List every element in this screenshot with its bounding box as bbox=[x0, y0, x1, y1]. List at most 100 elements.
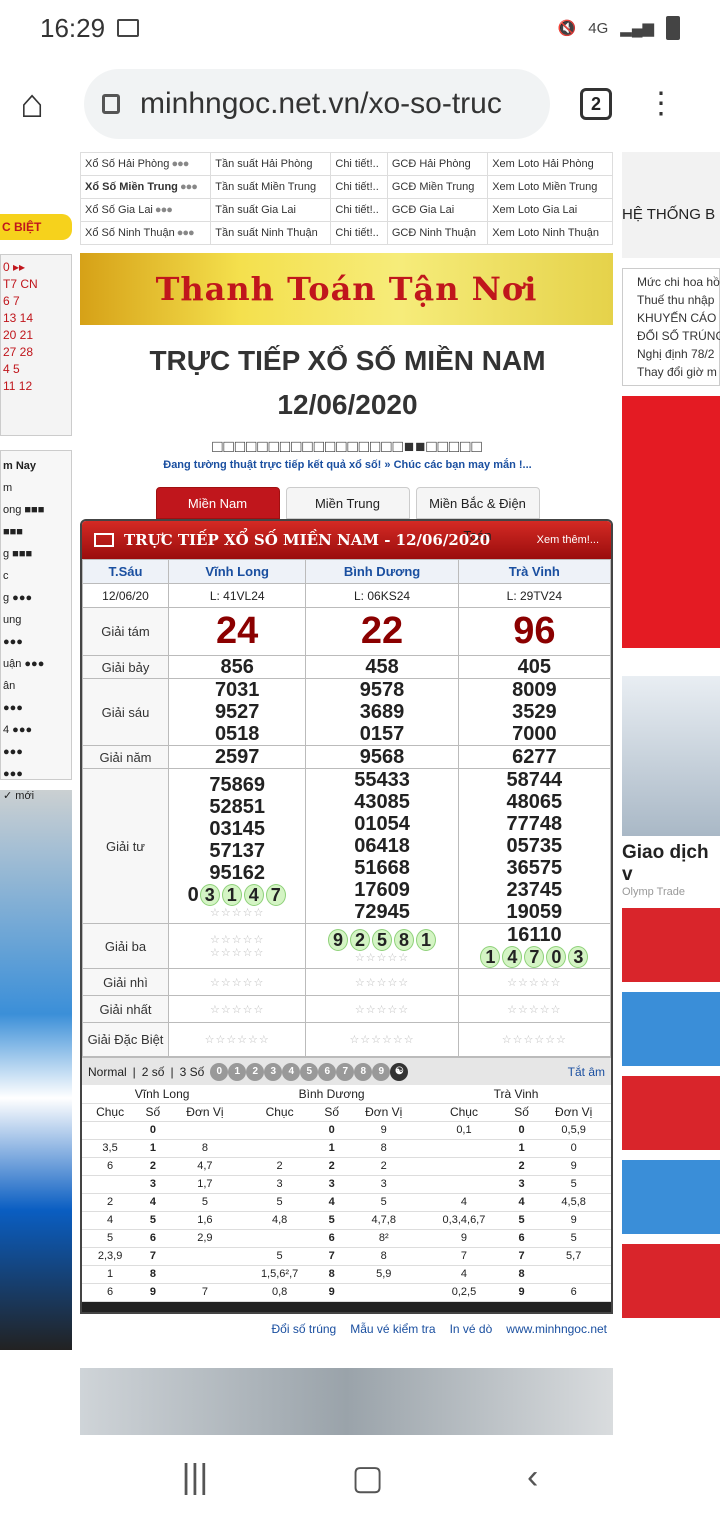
detail-link[interactable]: Chi tiết!.. bbox=[330, 198, 388, 222]
province-link[interactable]: Xổ Số Gia Lai ●●● bbox=[79, 198, 212, 222]
province-link[interactable]: Bình Dương bbox=[305, 559, 459, 584]
freq-link[interactable]: Tần suất Gia Lai bbox=[210, 198, 332, 222]
gcd-link[interactable]: GCĐ Miền Trung bbox=[386, 175, 489, 199]
mute-sound-button[interactable]: Tắt âm bbox=[568, 1065, 605, 1079]
print-link[interactable]: In vé dò bbox=[450, 1322, 493, 1336]
loto-digit: 6 bbox=[506, 1229, 537, 1248]
yin-yang-icon[interactable]: ☯ bbox=[390, 1062, 409, 1081]
link-row: Xổ Số Miền Trung ●●● Tần suất Miền Trung C… bbox=[79, 175, 613, 199]
digit-ball-3[interactable]: 3 bbox=[264, 1062, 283, 1081]
bottom-ad[interactable] bbox=[80, 1368, 613, 1435]
loto-value: 9 bbox=[536, 1157, 611, 1176]
loto-value: 1,5,6²,7 bbox=[242, 1265, 317, 1284]
loto-link[interactable]: Xem Loto Miền Trung bbox=[487, 175, 613, 199]
detail-link[interactable]: Chi tiết!.. bbox=[330, 175, 388, 199]
prize-label: Giải năm bbox=[82, 745, 169, 769]
freq-link[interactable]: Tần suất Ninh Thuận bbox=[210, 221, 332, 245]
digit-ball-8[interactable]: 8 bbox=[354, 1062, 373, 1081]
normal-option[interactable]: Normal bbox=[88, 1065, 127, 1079]
loto-link[interactable]: Xem Loto Gia Lai bbox=[487, 198, 613, 222]
gcd-link[interactable]: GCĐ Gia Lai bbox=[386, 198, 489, 222]
right-ad-stack[interactable] bbox=[622, 908, 720, 1328]
province-link[interactable]: Xổ Số Miền Trung ●●● bbox=[79, 175, 212, 199]
news-item[interactable]: ĐỔI SỐ TRÚNG bbox=[623, 327, 720, 345]
promo-ad[interactable] bbox=[622, 396, 720, 648]
dots-icon: ●●● bbox=[169, 158, 189, 170]
site-link[interactable]: www.minhngoc.net bbox=[506, 1322, 607, 1336]
loto-value bbox=[167, 1247, 243, 1266]
prize-number: 17609 bbox=[354, 879, 410, 901]
freq-link[interactable]: Tần suất Hải Phòng bbox=[210, 152, 332, 176]
province-link[interactable]: Xổ Số Ninh Thuận ●●● bbox=[79, 221, 212, 245]
loto-value: 2 bbox=[82, 1193, 139, 1212]
digit-ball-2[interactable]: 2 bbox=[246, 1062, 265, 1081]
sample-ticket-link[interactable]: Mẫu vé kiểm tra bbox=[350, 1322, 435, 1336]
prize-label: Giải tám bbox=[82, 607, 169, 656]
loto-table: Vĩnh Long Bình Dương Trà Vinh Chục Số Đơn Vị C… bbox=[82, 1085, 611, 1302]
gcd-link[interactable]: GCĐ Hải Phòng bbox=[386, 152, 489, 176]
news-item[interactable]: Thay đổi giờ m bbox=[623, 363, 719, 381]
news-item[interactable]: Mức chi hoa hồ bbox=[623, 273, 720, 291]
home-nav-icon[interactable]: ▢ bbox=[352, 1458, 384, 1498]
prize-number: 24 bbox=[167, 607, 307, 656]
two-digit-option[interactable]: 2 số bbox=[142, 1065, 165, 1079]
pending-stars: ☆☆☆☆☆ bbox=[457, 968, 611, 996]
loto-link[interactable]: Xem Loto Ninh Thuận bbox=[487, 221, 613, 245]
calendar-widget[interactable]: 0 ▸▸ T7 CN 6 7 13 14 20 21 27 28 4 5 11 12 bbox=[0, 254, 72, 436]
back-icon[interactable]: ‹ bbox=[527, 1458, 538, 1497]
digit: 3 bbox=[199, 883, 220, 906]
prize-row-db: Giải Đặc Biệt ☆☆☆☆☆☆ ☆☆☆☆☆☆ ☆☆☆☆☆☆ bbox=[82, 1022, 611, 1057]
pending-stars: ☆☆☆☆☆☆ bbox=[305, 1022, 459, 1057]
freq-link[interactable]: Tần suất Miền Trung bbox=[210, 175, 332, 199]
digit-ball-0[interactable]: 0 bbox=[210, 1062, 229, 1081]
province-link[interactable]: Xổ Số Hải Phòng ●●● bbox=[79, 152, 212, 176]
three-digit-option[interactable]: 3 Số bbox=[180, 1065, 205, 1079]
dots-icon: ●●● bbox=[177, 181, 198, 193]
payment-banner[interactable]: Thanh Toán Tận Nơi bbox=[80, 253, 613, 325]
digit-ball-9[interactable]: 9 bbox=[372, 1062, 391, 1081]
loto-digit: 5 bbox=[506, 1211, 537, 1230]
see-more-link[interactable]: Xem thêm!... bbox=[537, 534, 599, 546]
loto-value: 9 bbox=[536, 1211, 611, 1230]
prize-number: 9568 bbox=[305, 745, 459, 769]
province-link[interactable]: Trà Vinh bbox=[457, 559, 611, 584]
tab-mien-nam[interactable]: Miền Nam bbox=[155, 487, 280, 519]
browser-toolbar: ⌂ minhngoc.net.vn/xo-so-truc 2 ⋮ bbox=[0, 56, 720, 152]
digit-ball-1[interactable]: 1 bbox=[228, 1062, 247, 1081]
home-icon[interactable]: ⌂ bbox=[20, 82, 64, 126]
left-ad[interactable] bbox=[0, 790, 72, 1350]
loto-value: 5 bbox=[346, 1193, 422, 1212]
loto-value bbox=[421, 1139, 507, 1158]
digit-ball-5[interactable]: 5 bbox=[300, 1062, 319, 1081]
tab-mien-trung[interactable]: Miền Trung bbox=[285, 487, 410, 519]
tab-mien-bac[interactable]: Miền Bắc & Điện Toán bbox=[415, 487, 540, 543]
prize-number: ☆☆☆☆☆ bbox=[354, 951, 410, 964]
province-name: Xổ Số Miền Trung bbox=[85, 181, 178, 193]
tab-switcher-button[interactable]: 2 bbox=[580, 88, 612, 120]
prize-cell: ☆☆☆☆☆ ☆☆☆☆☆ bbox=[167, 923, 307, 969]
address-bar[interactable]: minhngoc.net.vn/xo-so-truc bbox=[84, 69, 550, 139]
mute-icon: 🔇 bbox=[557, 20, 577, 37]
digit-ball-4[interactable]: 4 bbox=[282, 1062, 301, 1081]
marquee-text: Đang tường thuật trực tiếp kết quả xổ số… bbox=[163, 459, 532, 471]
news-item[interactable]: Nghị định 78/2 bbox=[623, 345, 719, 363]
news-item[interactable]: KHUYẾN CÁO K bbox=[623, 309, 720, 327]
loto-link[interactable]: Xem Loto Hải Phòng bbox=[487, 152, 613, 176]
olymp-ad-title[interactable]: Giao dịch v bbox=[622, 842, 720, 886]
news-item[interactable]: Thuế thu nhập bbox=[623, 291, 719, 309]
province-link[interactable]: Vĩnh Long bbox=[167, 559, 307, 584]
detail-link[interactable]: Chi tiết!.. bbox=[330, 221, 388, 245]
detail-link[interactable]: Chi tiết!.. bbox=[330, 152, 388, 176]
recent-apps-icon[interactable]: ||| bbox=[182, 1458, 209, 1497]
province-name: Xổ Số Gia Lai bbox=[85, 204, 153, 216]
prize-number: 03145 bbox=[209, 817, 265, 840]
digit-ball-7[interactable]: 7 bbox=[336, 1062, 355, 1081]
digit-ball-6[interactable]: 6 bbox=[318, 1062, 337, 1081]
olymp-ad-image[interactable] bbox=[622, 676, 720, 836]
menu-icon[interactable]: ⋮ bbox=[646, 89, 676, 119]
exchange-link[interactable]: Đổi số trúng bbox=[272, 1322, 337, 1336]
special-prize-button[interactable]: C BIỆT bbox=[0, 214, 72, 240]
gcd-link[interactable]: GCĐ Ninh Thuận bbox=[386, 221, 489, 245]
prize-label: Giải Đặc Biệt bbox=[82, 1022, 169, 1057]
loto-value: 9 bbox=[346, 1121, 422, 1140]
